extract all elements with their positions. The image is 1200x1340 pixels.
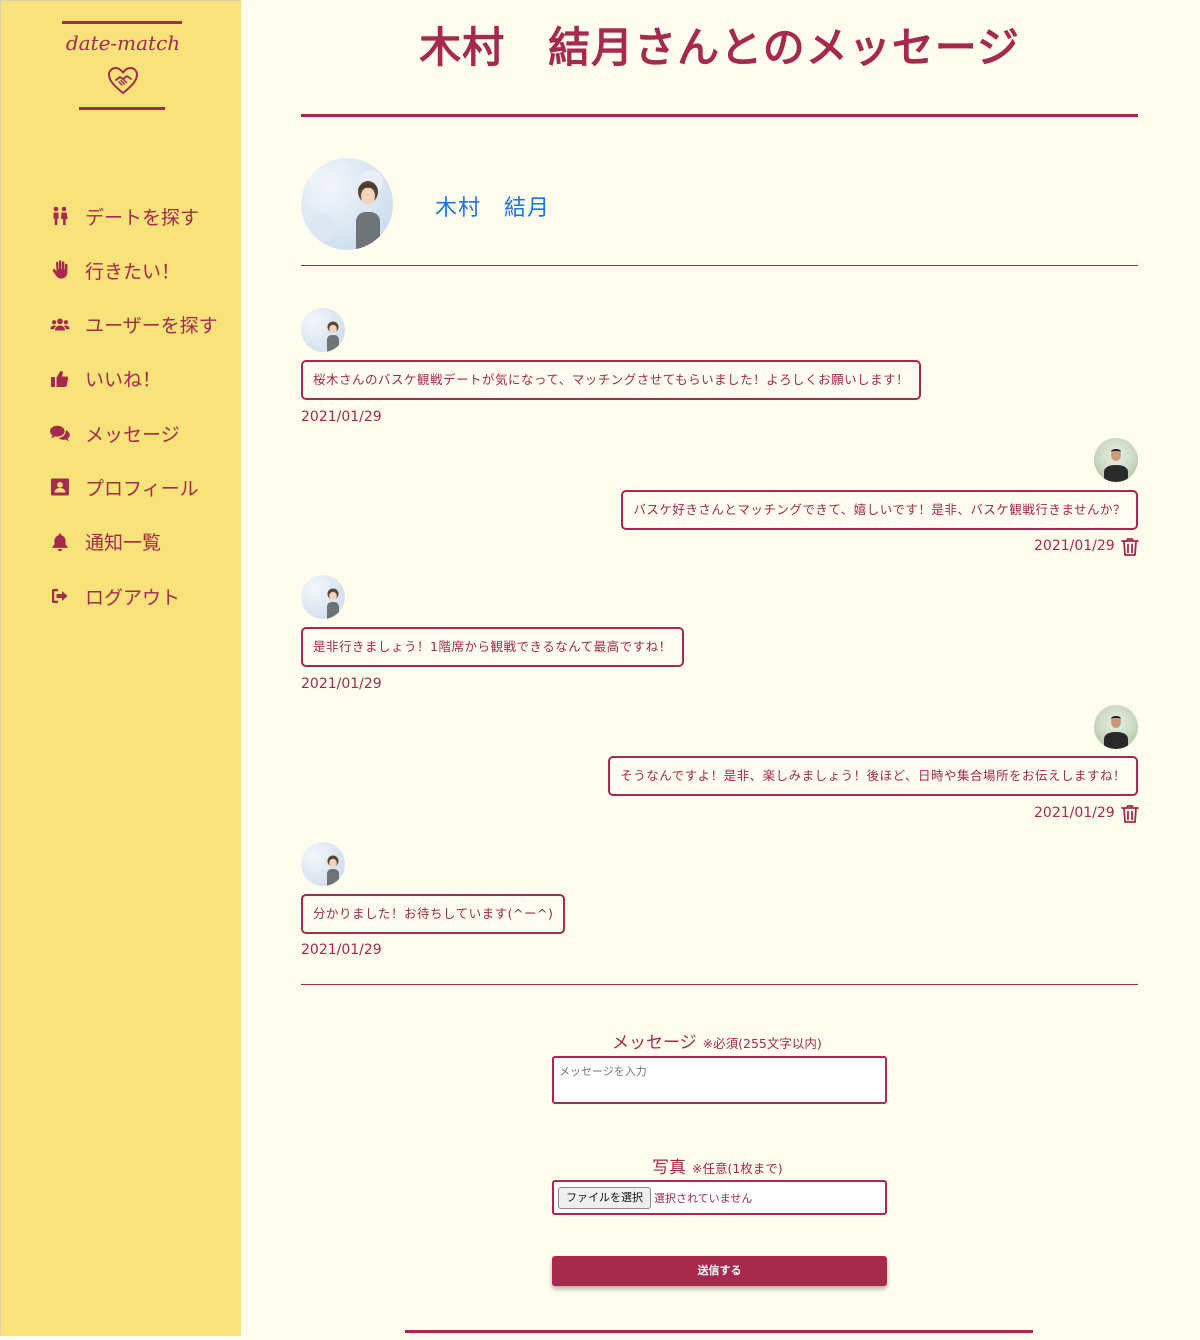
person-icon <box>327 321 339 352</box>
message-my-avatar[interactable] <box>1094 438 1138 482</box>
photo-optional-note: ※任意(1枚まで) <box>692 1161 783 1176</box>
message-my-avatar[interactable] <box>1094 705 1138 749</box>
partner-header: 木村 結月 <box>301 158 1138 250</box>
messages-divider <box>301 984 1138 985</box>
handshake-heart-icon <box>107 66 139 95</box>
sidebar: date-match デートを探す 行きたい！ ユーザーを探す いいね！ メッセ… <box>0 0 241 1336</box>
logo[interactable]: date-match <box>61 21 185 113</box>
comments-icon <box>49 422 71 444</box>
message-date: 2021/01/29 <box>1034 805 1115 821</box>
sidebar-item-find-users[interactable]: ユーザーを探す <box>49 308 218 342</box>
photo-file-input[interactable]: ファイルを選択 選択されていません <box>552 1180 887 1215</box>
message-partner-avatar[interactable] <box>301 308 345 352</box>
logo-bottom-rule <box>79 107 165 110</box>
profile-icon <box>49 476 71 498</box>
message-date: 2021/01/29 <box>1034 538 1115 554</box>
sidebar-item-label: 通知一覧 <box>85 532 162 555</box>
sidebar-item-label: 行きたい！ <box>85 260 181 283</box>
message-date: 2021/01/29 <box>301 676 382 692</box>
delete-message-trash-icon[interactable] <box>1121 804 1139 824</box>
message-input[interactable] <box>552 1056 887 1104</box>
sidebar-item-label: いいね！ <box>85 369 162 392</box>
delete-message-trash-icon[interactable] <box>1121 537 1139 557</box>
person-icon <box>1104 449 1128 482</box>
logo-top-rule <box>62 21 182 24</box>
sidebar-item-messages[interactable]: メッセージ <box>49 416 218 450</box>
message-required-note: ※必須(255文字以内) <box>702 1036 822 1051</box>
sidebar-item-label: メッセージ <box>85 423 180 446</box>
sidebar-item-label: プロフィール <box>85 477 199 500</box>
partner-name-link[interactable]: 木村 結月 <box>435 190 550 222</box>
couple-icon <box>49 205 71 227</box>
sidebar-item-logout[interactable]: ログアウト <box>49 579 218 613</box>
thumbs-up-icon <box>49 368 71 390</box>
bell-icon <box>49 531 71 553</box>
sidebar-nav: デートを探す 行きたい！ ユーザーを探す いいね！ メッセージ プロフィール 通… <box>49 199 218 633</box>
users-icon <box>49 314 71 336</box>
sidebar-item-notifications[interactable]: 通知一覧 <box>49 525 218 559</box>
sidebar-item-want-to-go[interactable]: 行きたい！ <box>49 253 218 287</box>
sidebar-item-label: ログアウト <box>85 586 181 609</box>
message-partner-avatar[interactable] <box>301 842 345 886</box>
message-field-label: メッセージ ※必須(255文字以内) <box>612 1028 822 1053</box>
sidebar-item-likes[interactable]: いいね！ <box>49 362 218 396</box>
sidebar-item-profile[interactable]: プロフィール <box>49 470 218 504</box>
person-icon <box>1104 716 1128 749</box>
person-icon <box>327 855 339 886</box>
photo-field-label: 写真 ※任意(1枚まで) <box>652 1153 783 1178</box>
sidebar-item-label: デートを探す <box>85 206 200 229</box>
message-bubble: 桜木さんのバスケ観戦デートが気になって、マッチングさせてもらいました！よろしくお… <box>301 360 922 400</box>
message-date: 2021/01/29 <box>301 942 382 958</box>
footer-rule <box>405 1330 1033 1333</box>
message-label-text: メッセージ <box>612 1033 697 1053</box>
send-button[interactable]: 送信する <box>552 1256 887 1286</box>
file-status-text: 選択されていません <box>654 1192 753 1205</box>
message-bubble: バスケ好きさんとマッチングできて、嬉しいです！是非、バスケ観戦行きませんか？ <box>621 490 1138 530</box>
person-icon <box>327 588 339 619</box>
sidebar-item-find-date[interactable]: デートを探す <box>49 199 218 233</box>
choose-file-button[interactable]: ファイルを選択 <box>558 1187 651 1209</box>
message-bubble: 分かりました！お待ちしています(^ー^) <box>301 894 566 934</box>
logout-icon <box>49 585 71 607</box>
message-bubble: 是非行きましょう！1階席から観戦できるなんて最高ですね！ <box>301 627 684 667</box>
partner-avatar[interactable] <box>301 158 393 250</box>
message-date: 2021/01/29 <box>301 409 382 425</box>
message-bubble: そうなんですよ！是非、楽しみましょう！後ほど、日時や集合場所をお伝えしますね！ <box>608 756 1138 796</box>
message-partner-avatar[interactable] <box>301 575 345 619</box>
page-title: 木村 結月さんとのメッセージ <box>419 23 1020 72</box>
partner-divider <box>301 265 1138 266</box>
sidebar-item-label: ユーザーを探す <box>85 315 218 338</box>
logo-text: date-match <box>65 31 181 55</box>
photo-label-text: 写真 <box>652 1158 686 1178</box>
hand-icon <box>49 259 71 281</box>
person-icon <box>309 168 383 250</box>
title-divider <box>301 114 1138 117</box>
